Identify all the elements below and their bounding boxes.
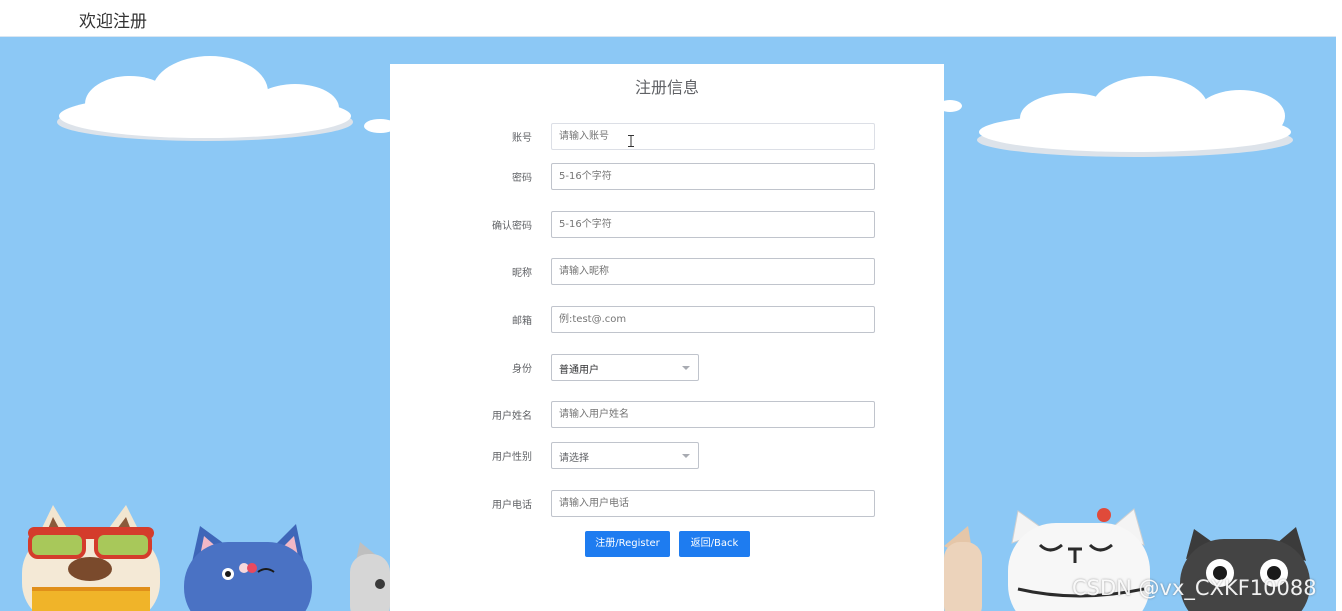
user-name-input[interactable] xyxy=(551,401,875,428)
email-label: 邮箱 xyxy=(512,316,532,327)
chevron-down-icon xyxy=(682,366,690,370)
window-edge xyxy=(1336,0,1342,611)
field-password: 密码 xyxy=(390,163,944,190)
register-panel: 注册信息 账号 密码 确认密码 昵称 邮箱 身份 普通用户 用户姓名 用户性别 … xyxy=(390,64,944,611)
identity-label: 身份 xyxy=(512,364,532,375)
field-phone: 用户电话 xyxy=(390,490,944,517)
identity-select[interactable]: 普通用户 xyxy=(551,354,699,381)
gender-select[interactable]: 请选择 xyxy=(551,442,699,469)
account-label: 账号 xyxy=(512,133,532,144)
field-email: 邮箱 xyxy=(390,306,944,333)
cloud-right xyxy=(977,76,1293,157)
page-title: 欢迎注册 xyxy=(79,12,147,32)
top-bar: 欢迎注册 xyxy=(0,0,1342,37)
confirm-password-input[interactable] xyxy=(551,211,875,238)
password-input[interactable] xyxy=(551,163,875,190)
field-nickname: 昵称 xyxy=(390,258,944,285)
cloud-left xyxy=(57,56,395,141)
nickname-input[interactable] xyxy=(551,258,875,285)
form-title: 注册信息 xyxy=(634,78,699,97)
watermark: CSDN @vx_CXKF10088 xyxy=(1072,576,1317,600)
text-cursor-icon xyxy=(628,135,634,147)
phone-label: 用户电话 xyxy=(492,500,532,511)
gender-label: 用户性别 xyxy=(492,452,532,463)
cat-sunglasses xyxy=(22,505,160,611)
cat-tan-partial xyxy=(944,526,982,611)
account-input[interactable] xyxy=(551,123,875,150)
phone-input[interactable] xyxy=(551,490,875,517)
chevron-down-icon xyxy=(682,454,690,458)
field-user-name: 用户姓名 xyxy=(390,401,944,428)
gender-select-value: 请选择 xyxy=(559,453,589,464)
register-button[interactable]: 注册/Register xyxy=(585,531,670,557)
field-identity: 身份 普通用户 xyxy=(390,354,944,381)
identity-select-value: 普通用户 xyxy=(559,365,599,376)
field-confirm-password: 确认密码 xyxy=(390,211,944,238)
cat-blue xyxy=(184,524,312,611)
nickname-label: 昵称 xyxy=(512,268,532,279)
confirm-password-label: 确认密码 xyxy=(492,221,532,232)
field-account: 账号 xyxy=(390,123,944,150)
user-name-label: 用户姓名 xyxy=(492,411,532,422)
cat-grey-partial xyxy=(350,542,390,611)
field-gender: 用户性别 请选择 xyxy=(390,442,944,469)
password-label: 密码 xyxy=(512,173,532,184)
email-input[interactable] xyxy=(551,306,875,333)
back-button[interactable]: 返回/Back xyxy=(679,531,750,557)
